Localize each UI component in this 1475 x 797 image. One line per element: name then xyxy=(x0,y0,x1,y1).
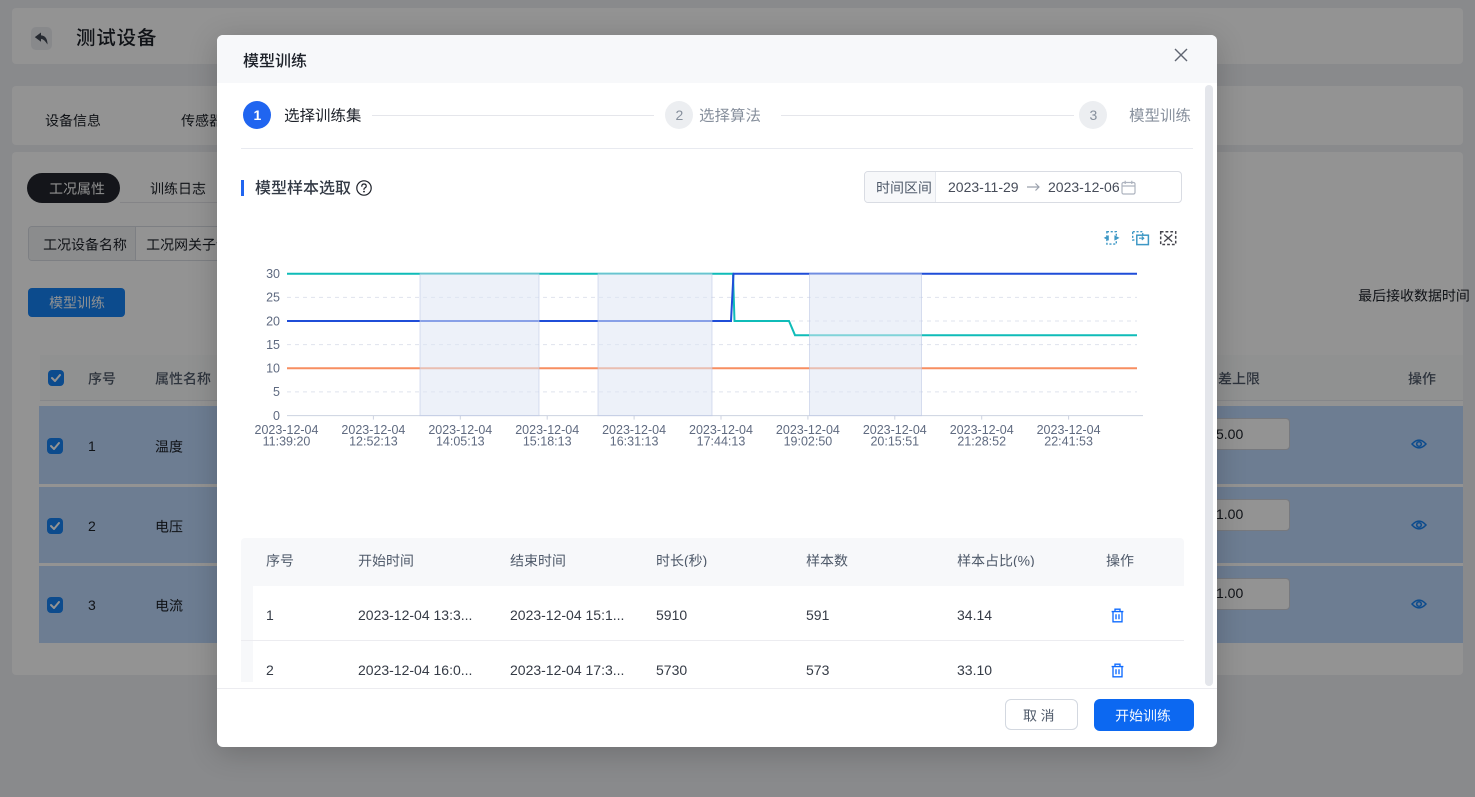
svg-text:0: 0 xyxy=(273,409,280,423)
svg-text:14:05:13: 14:05:13 xyxy=(436,435,485,449)
svg-text:30: 30 xyxy=(266,267,280,281)
svg-text:17:44:13: 17:44:13 xyxy=(697,435,746,449)
svg-text:11:39:20: 11:39:20 xyxy=(263,435,311,449)
svg-text:20:15:51: 20:15:51 xyxy=(870,435,919,449)
svg-text:22:41:53: 22:41:53 xyxy=(1044,435,1093,449)
svg-text:25: 25 xyxy=(266,291,280,305)
svg-text:12:52:13: 12:52:13 xyxy=(349,435,398,449)
svg-text:21:28:52: 21:28:52 xyxy=(957,435,1006,449)
svg-text:15:18:13: 15:18:13 xyxy=(523,435,572,449)
svg-text:10: 10 xyxy=(266,362,280,376)
svg-text:19:02:50: 19:02:50 xyxy=(784,435,833,449)
svg-text:5: 5 xyxy=(273,385,280,399)
svg-text:20: 20 xyxy=(266,314,280,328)
svg-text:15: 15 xyxy=(266,338,280,352)
svg-text:16:31:13: 16:31:13 xyxy=(610,435,659,449)
